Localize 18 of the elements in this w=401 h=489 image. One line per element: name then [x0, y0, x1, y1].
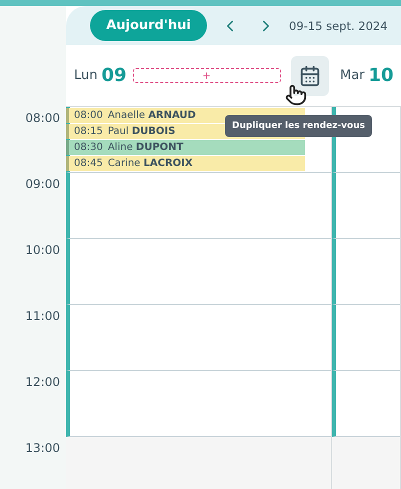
hand-cursor-icon	[285, 84, 307, 106]
hour-label: 08:00	[24, 110, 61, 127]
tooltip: Dupliquer les rendez-vous	[225, 114, 372, 136]
hour-label: 09:00	[24, 176, 61, 193]
day-number: 10	[368, 65, 394, 86]
hour-label: 12:00	[24, 374, 61, 391]
day-number: 09	[102, 65, 127, 86]
hour-label: 11:00	[24, 308, 61, 325]
weekday-label: Mar	[340, 68, 365, 83]
hour-label: 13:00	[24, 440, 61, 457]
date-range: 09-15 sept. 2024	[289, 18, 388, 32]
add-slot-button[interactable]: +	[132, 68, 281, 83]
weekday-label: Lun	[74, 68, 98, 83]
appointment[interactable]: 08:30 Aline DUPONT	[66, 140, 305, 155]
appointment[interactable]: 08:45 Carine LACROIX	[66, 156, 305, 171]
calendar-icon	[298, 64, 321, 86]
duplicate-button[interactable]	[290, 56, 329, 96]
hour-label: 10:00	[24, 242, 61, 259]
